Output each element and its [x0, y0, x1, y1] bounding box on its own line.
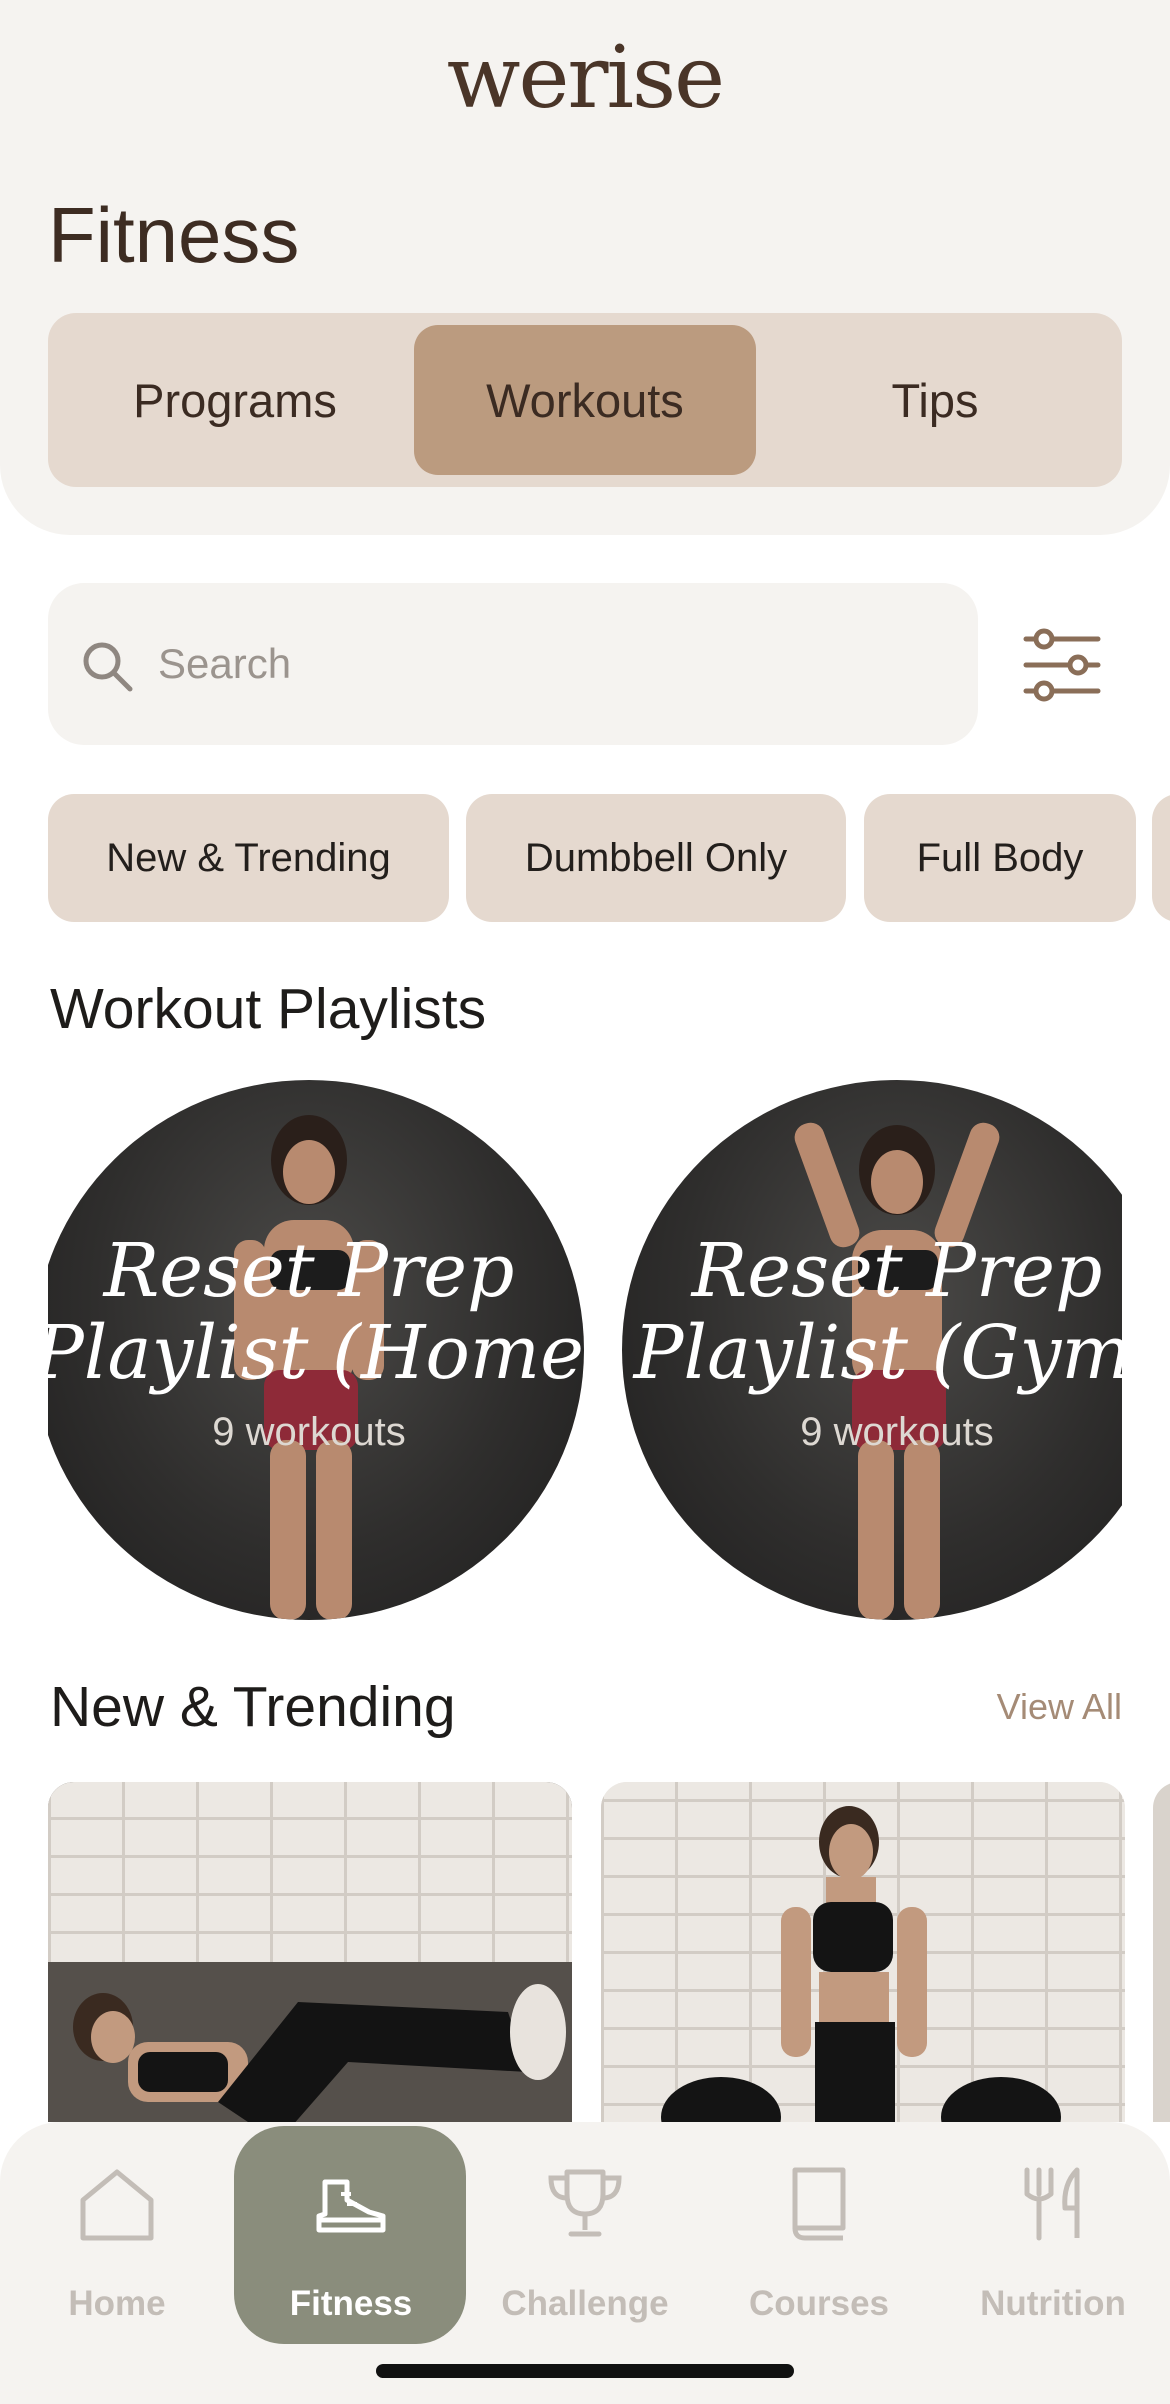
tab-tips[interactable]: Tips: [760, 325, 1110, 475]
fork-knife-icon: [1024, 2167, 1080, 2241]
playlist-title-line2: Playlist (Gym): [633, 1310, 1122, 1396]
tab-home[interactable]: Home: [0, 2122, 234, 2342]
chip-new-trending[interactable]: New & Trending: [48, 794, 449, 922]
chip-label: Full Body: [916, 835, 1084, 880]
playlist-card-home[interactable]: Reset Prep Playlist (Home) 9 workouts: [48, 1080, 584, 1620]
filter-chips: New & Trending Dumbbell Only Full Body: [48, 794, 1170, 922]
workout-playlists-title: Workout Playlists: [50, 977, 487, 1041]
tab-fitness-label: Fitness: [289, 2284, 413, 2323]
page-title: Fitness: [48, 191, 300, 279]
home-indicator: [376, 2364, 794, 2378]
tab-courses-label: Courses: [748, 2284, 890, 2323]
chip-label: New & Trending: [106, 835, 391, 880]
view-all-link[interactable]: View All: [997, 1686, 1122, 1728]
sliders-icon[interactable]: [1020, 625, 1104, 705]
tab-workouts[interactable]: Workouts: [414, 325, 756, 475]
search-input[interactable]: [158, 629, 938, 699]
tab-challenge[interactable]: Challenge: [468, 2122, 702, 2342]
workout-card[interactable]: [1153, 1782, 1170, 2122]
playlists-carousel: Reset Prep Playlist (Home) 9 workouts Re…: [48, 1080, 1122, 1620]
bottom-tab-bar: Home Fitness Challenge Courses Nutrition: [0, 2122, 1170, 2404]
segmented-control: Programs Workouts Tips: [48, 313, 1122, 487]
trophy-icon: [548, 2169, 622, 2237]
header: werise Fitness Programs Workouts Tips: [0, 0, 1170, 535]
playlist-count: 9 workouts: [800, 1410, 994, 1454]
workout-image: [48, 1962, 572, 2122]
werise-logo: werise: [446, 28, 725, 128]
playlist-title: Reset Prep Playlist (Gym): [622, 1230, 1122, 1394]
tab-programs[interactable]: Programs: [60, 325, 410, 475]
playlist-card-gym[interactable]: Reset Prep Playlist (Gym) 9 workouts: [622, 1080, 1122, 1620]
playlist-title: Reset Prep Playlist (Home): [48, 1230, 584, 1394]
chip-full-body[interactable]: Full Body: [864, 794, 1136, 922]
book-icon: [792, 2167, 846, 2241]
search-icon: [83, 642, 133, 692]
search-bar[interactable]: [48, 583, 978, 745]
workout-card[interactable]: [48, 1782, 572, 2122]
tab-courses[interactable]: Courses: [702, 2122, 936, 2342]
tab-nutrition-label: Nutrition: [980, 2284, 1126, 2323]
playlist-title-line1: Reset Prep: [691, 1228, 1103, 1314]
playlist-count: 9 workouts: [212, 1410, 406, 1454]
tab-tips-label: Tips: [891, 373, 979, 427]
workout-card[interactable]: [601, 1782, 1125, 2122]
tab-programs-label: Programs: [133, 373, 337, 427]
sneaker-icon: [316, 2179, 386, 2233]
playlist-title-line1: Reset Prep: [103, 1228, 515, 1314]
tab-workouts-label: Workouts: [486, 373, 684, 427]
playlist-title-line2: Playlist (Home): [48, 1310, 584, 1396]
tab-home-label: Home: [68, 2284, 166, 2323]
trending-carousel: [48, 1782, 1170, 2122]
tab-challenge-label: Challenge: [501, 2284, 669, 2323]
chip-dumbbell-only[interactable]: Dumbbell Only: [466, 794, 846, 922]
chip-more[interactable]: [1152, 794, 1170, 922]
tab-fitness[interactable]: Fitness: [234, 2122, 468, 2344]
workout-image: [661, 1806, 1061, 2122]
new-trending-title: New & Trending: [50, 1675, 456, 1739]
tab-nutrition[interactable]: Nutrition: [936, 2122, 1170, 2342]
chip-label: Dumbbell Only: [524, 835, 788, 880]
home-icon: [80, 2169, 154, 2241]
